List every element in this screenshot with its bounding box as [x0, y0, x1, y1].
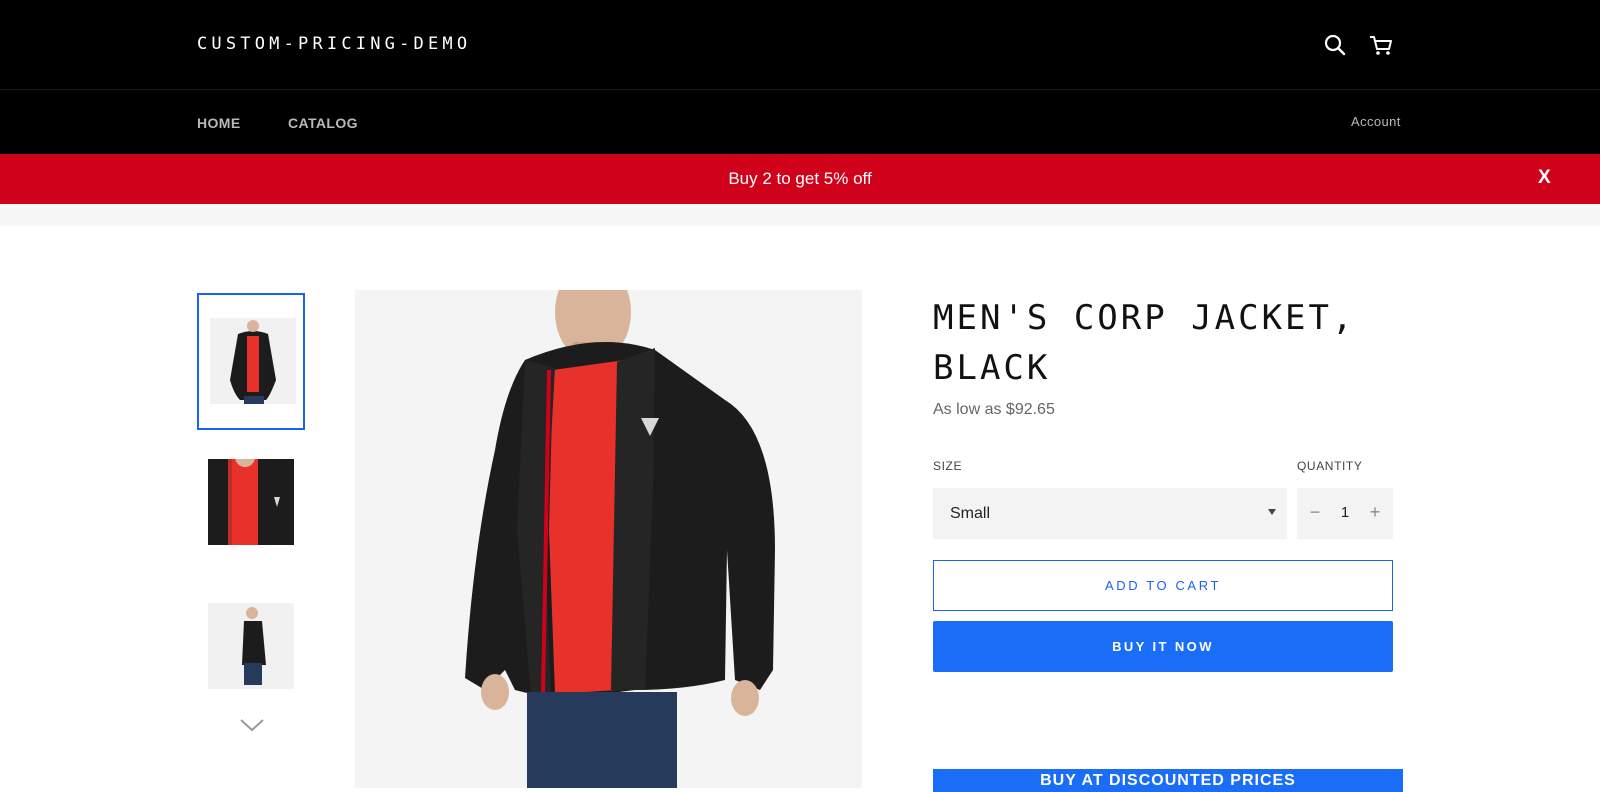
- quantity-input[interactable]: 1: [1329, 504, 1361, 521]
- discount-prices-button[interactable]: BUY AT DISCOUNTED PRICES: [933, 769, 1403, 792]
- buy-it-now-button[interactable]: BUY IT NOW: [933, 621, 1393, 672]
- product-thumbnail-1[interactable]: [197, 293, 305, 430]
- product-thumbnail-image: [210, 318, 296, 404]
- caret-down-icon: [1268, 509, 1276, 515]
- quantity-label: QUANTITY: [1297, 459, 1363, 473]
- nav-item-home[interactable]: HOME: [197, 115, 241, 131]
- nav-item-catalog[interactable]: CATALOG: [288, 115, 358, 131]
- account-link[interactable]: Account: [1351, 114, 1401, 129]
- promo-text: Buy 2 to get 5% off: [728, 169, 872, 188]
- size-select-value: Small: [950, 505, 991, 522]
- product-thumbnail-2[interactable]: [197, 440, 305, 577]
- section-divider: [0, 204, 1600, 226]
- promo-bar: Buy 2 to get 5% off X: [0, 154, 1600, 204]
- product-thumbnail-image: [208, 603, 294, 689]
- cart-icon[interactable]: [1366, 30, 1396, 60]
- add-to-cart-button[interactable]: ADD TO CART: [933, 560, 1393, 611]
- brand-logo[interactable]: CUSTOM-PRICING-DEMO: [197, 34, 471, 54]
- thumbnail-next-chevron-icon[interactable]: [238, 716, 266, 734]
- search-icon[interactable]: [1320, 30, 1350, 60]
- product-title: MEN'S CORP JACKET, BLACK: [933, 298, 1356, 388]
- site-header: CUSTOM-PRICING-DEMO: [0, 0, 1600, 90]
- quantity-decrease-button[interactable]: −: [1303, 502, 1327, 523]
- size-select[interactable]: Small: [933, 488, 1287, 539]
- quantity-increase-button[interactable]: +: [1363, 502, 1387, 523]
- main-nav: HOME CATALOG Account: [0, 90, 1600, 154]
- product-thumbnail-3[interactable]: [197, 584, 305, 721]
- product-thumbnail-image: [208, 459, 294, 545]
- size-label: SIZE: [933, 459, 963, 473]
- product-main-image[interactable]: [355, 290, 862, 788]
- product-price: As low as $92.65: [933, 401, 1055, 418]
- promo-close-button[interactable]: X: [1538, 167, 1551, 189]
- quantity-stepper[interactable]: − 1 +: [1297, 488, 1393, 539]
